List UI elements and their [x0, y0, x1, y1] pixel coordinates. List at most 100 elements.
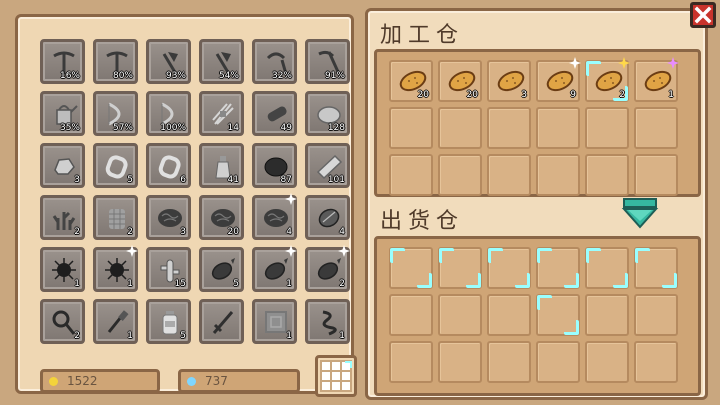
game-screen: 16% 80% 93% 54% 32% 91% 35% 57% 100% 14 49 128 3 5 6 41…	[0, 0, 720, 405]
processing-slot[interactable]	[536, 107, 580, 149]
item-count: 3	[74, 175, 80, 185]
inventory-slot[interactable]: 5	[199, 247, 244, 292]
inventory-slot[interactable]: 5	[93, 143, 138, 188]
inventory-slot[interactable]: 1	[252, 245, 297, 292]
inventory-slot[interactable]: 1	[93, 299, 138, 344]
inventory-slot[interactable]: 3	[40, 143, 85, 188]
output-slot[interactable]	[634, 341, 678, 383]
inventory-slot[interactable]: 2	[305, 245, 350, 292]
processing-slot[interactable]	[389, 154, 433, 196]
inventory-slot[interactable]: 2	[40, 299, 85, 344]
output-slot[interactable]	[487, 294, 531, 336]
potato-icon	[595, 70, 623, 92]
item-count: 1	[286, 331, 292, 341]
processing-slot[interactable]	[487, 154, 531, 196]
sort-grid-button[interactable]	[315, 355, 357, 397]
output-slot[interactable]	[389, 341, 433, 383]
output-slot[interactable]	[585, 247, 629, 289]
inventory-slot[interactable]: 49	[252, 91, 297, 136]
item-count: 15	[174, 279, 186, 289]
potato-icon	[644, 70, 672, 92]
item-count: 1	[127, 279, 133, 289]
close-button[interactable]	[690, 2, 716, 28]
item-count: 2	[74, 227, 80, 237]
inventory-slot[interactable]: 80%	[93, 39, 138, 84]
potato-icon	[399, 70, 427, 92]
inventory-slot[interactable]: 20	[199, 195, 244, 240]
inventory-slot[interactable]: 2	[93, 195, 138, 240]
output-slot[interactable]	[536, 294, 580, 336]
item-count: 1	[74, 279, 80, 289]
inventory-slot[interactable]: 1	[93, 245, 138, 292]
inventory-slot[interactable]: 57%	[93, 91, 138, 136]
close-icon	[694, 6, 712, 24]
inventory-slot[interactable]: 128	[305, 91, 350, 136]
star-icon	[569, 57, 581, 69]
item-count: 54%	[218, 71, 239, 81]
processing-slot[interactable]	[634, 107, 678, 149]
output-slot[interactable]	[438, 341, 482, 383]
item-count: 41	[227, 175, 239, 185]
inventory-slot[interactable]: 32%	[252, 39, 297, 84]
inventory-slot[interactable]: 1	[305, 299, 350, 344]
inventory-slot[interactable]: 1	[40, 247, 85, 292]
processing-slot[interactable]	[585, 154, 629, 196]
processing-slot[interactable]: 3	[487, 60, 531, 102]
arrow-down-icon	[621, 198, 659, 229]
item-count: 2	[74, 331, 80, 341]
processing-slot[interactable]	[487, 107, 531, 149]
inventory-slot[interactable]: 35%	[40, 91, 85, 136]
gold-value: 1522	[67, 374, 98, 388]
inventory-slot[interactable]: 41	[199, 143, 244, 188]
inventory-slot[interactable]	[199, 299, 244, 344]
item-count: 87	[280, 175, 292, 185]
processing-slot[interactable]: 1	[634, 57, 679, 102]
output-slot[interactable]	[585, 341, 629, 383]
output-slot[interactable]	[536, 247, 580, 289]
item-count: 32%	[271, 71, 292, 81]
inventory-slot[interactable]: 16%	[40, 39, 85, 84]
processing-slot[interactable]	[536, 154, 580, 196]
output-slot[interactable]	[389, 247, 433, 289]
item-count: 4	[339, 227, 345, 237]
inventory-slot[interactable]: 3	[146, 195, 191, 240]
inventory-slot[interactable]: 93%	[146, 39, 191, 84]
output-slot[interactable]	[487, 247, 531, 289]
inventory-slot[interactable]: 4	[252, 193, 297, 240]
output-slot[interactable]	[487, 341, 531, 383]
processing-slot[interactable]: 2	[585, 57, 630, 102]
inventory-slot[interactable]: 6	[146, 143, 191, 188]
inventory-slot[interactable]: 87	[252, 143, 297, 188]
processing-slot[interactable]	[438, 107, 482, 149]
inventory-slot[interactable]: 15	[146, 247, 191, 292]
inventory-slot[interactable]: 101	[305, 143, 350, 188]
item-count: 80%	[112, 71, 133, 81]
output-slot[interactable]	[634, 294, 678, 336]
inventory-slot[interactable]: 100%	[146, 91, 191, 136]
processing-slot[interactable]	[634, 154, 678, 196]
transfer-down-button[interactable]	[620, 197, 660, 229]
inventory-slot[interactable]: 2	[40, 195, 85, 240]
output-slot[interactable]	[536, 341, 580, 383]
output-slot[interactable]	[634, 247, 678, 289]
inventory-slot[interactable]: 1	[252, 299, 297, 344]
inventory-slot[interactable]: 5	[146, 299, 191, 344]
inventory-slot[interactable]: 14	[199, 91, 244, 136]
processing-slot[interactable]	[389, 107, 433, 149]
processing-slot[interactable]: 9	[536, 57, 581, 102]
processing-slot[interactable]	[438, 154, 482, 196]
processing-slot[interactable]: 20	[438, 60, 482, 102]
inventory-slot[interactable]: 54%	[199, 39, 244, 84]
inventory-slot[interactable]: 4	[305, 195, 350, 240]
output-title: 出货仓	[380, 209, 465, 234]
item-count: 3	[180, 227, 186, 237]
inventory-slot[interactable]: 91%	[305, 39, 350, 84]
processing-title: 加工仓	[380, 23, 465, 48]
output-slot[interactable]	[438, 247, 482, 289]
output-slot[interactable]	[585, 294, 629, 336]
output-slot[interactable]	[389, 294, 433, 336]
output-storage	[374, 236, 701, 396]
processing-slot[interactable]	[585, 107, 629, 149]
output-slot[interactable]	[438, 294, 482, 336]
processing-slot[interactable]: 20	[389, 60, 433, 102]
